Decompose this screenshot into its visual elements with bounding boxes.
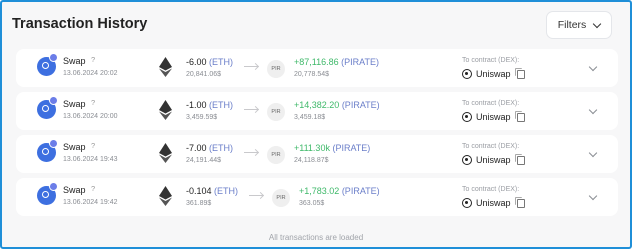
ethereum-icon: [159, 143, 172, 163]
help-icon[interactable]: ?: [91, 98, 95, 107]
transaction-history-panel: Transaction History Filters Swap ? 13.06…: [0, 0, 632, 249]
swap-badge-icon: [49, 139, 58, 148]
header: Transaction History Filters: [12, 11, 612, 39]
transaction-type: Swap: [63, 56, 86, 66]
sent-amount: -6.00 (ETH): [186, 57, 234, 67]
arrow-right-icon: [244, 109, 258, 110]
contract-label: To contract (DEX):: [462, 100, 520, 107]
sent-usd: 24,191.44$: [186, 157, 222, 164]
transaction-date: 13.06.2024 19:43: [63, 156, 118, 163]
copy-icon[interactable]: [514, 67, 525, 79]
received-usd: 24,118.87$: [294, 157, 329, 164]
swap-badge-icon: [49, 96, 58, 105]
contract-name[interactable]: Uniswap: [476, 155, 511, 165]
sent-amount: -0.104 (ETH): [186, 186, 239, 196]
uniswap-logo-icon: [462, 69, 472, 79]
filters-label: Filters: [557, 19, 587, 31]
transaction-row[interactable]: Swap ? 13.06.2024 19:42 -0.104 (ETH) 361…: [16, 178, 618, 216]
sent-token: (ETH): [214, 186, 239, 196]
received-amount: +87,116.86 (PIRATE): [294, 57, 379, 67]
transaction-type: Swap: [63, 142, 86, 152]
transaction-row[interactable]: Swap ? 13.06.2024 20:00 -1.00 (ETH) 3,45…: [16, 92, 618, 130]
copy-icon[interactable]: [514, 196, 525, 208]
received-usd: 20,778.54$: [294, 71, 330, 78]
copy-icon[interactable]: [514, 110, 525, 122]
ethereum-icon: [159, 100, 172, 120]
pirate-token-icon: PIR: [267, 60, 285, 78]
received-token: (PIRATE): [332, 143, 371, 153]
page-title: Transaction History: [12, 16, 148, 32]
arrow-right-icon: [244, 152, 258, 153]
sent-usd: 20,841.06$: [186, 71, 222, 78]
expand-chevron-icon[interactable]: [588, 191, 598, 201]
transaction-type: Swap: [63, 99, 86, 109]
received-token: (PIRATE): [341, 100, 380, 110]
contract-info: Uniswap: [462, 67, 525, 79]
ethereum-icon: [159, 186, 172, 206]
help-icon[interactable]: ?: [91, 141, 95, 150]
contract-info: Uniswap: [462, 196, 525, 208]
help-icon[interactable]: ?: [91, 184, 95, 193]
transaction-row[interactable]: Swap ? 13.06.2024 19:43 -7.00 (ETH) 24,1…: [16, 135, 618, 173]
received-usd: 363.05$: [299, 200, 325, 207]
filters-button[interactable]: Filters: [546, 11, 612, 39]
transaction-type: Swap: [63, 185, 86, 195]
sent-token: (ETH): [209, 100, 234, 110]
ethereum-icon: [159, 57, 172, 77]
received-token: (PIRATE): [341, 57, 379, 67]
received-usd: 3,459.18$: [294, 114, 326, 121]
arrow-right-icon: [244, 66, 258, 67]
sent-token: (ETH): [209, 57, 234, 67]
contract-info: Uniswap: [462, 110, 525, 122]
swap-badge-icon: [49, 182, 58, 191]
swap-badge-icon: [49, 53, 58, 62]
sent-token: (ETH): [209, 143, 234, 153]
contract-label: To contract (DEX):: [462, 186, 520, 193]
sent-usd: 361.89$: [186, 200, 212, 207]
sent-amount: -1.00 (ETH): [186, 100, 234, 110]
received-amount: +111.30k (PIRATE): [294, 143, 371, 153]
transaction-row[interactable]: Swap ? 13.06.2024 20:02 -6.00 (ETH) 20,8…: [16, 49, 618, 87]
contract-label: To contract (DEX):: [462, 143, 520, 150]
arrow-right-icon: [249, 195, 263, 196]
uniswap-logo-icon: [462, 155, 472, 165]
expand-chevron-icon[interactable]: [588, 105, 598, 115]
received-amount: +14,382.20 (PIRATE): [294, 100, 380, 110]
received-token: (PIRATE): [341, 186, 380, 196]
uniswap-logo-icon: [462, 198, 472, 208]
pirate-token-icon: PIR: [267, 103, 285, 121]
transaction-date: 13.06.2024 19:42: [63, 199, 118, 206]
transaction-date: 13.06.2024 20:00: [63, 113, 118, 120]
contract-label: To contract (DEX):: [462, 57, 520, 64]
uniswap-logo-icon: [462, 112, 472, 122]
contract-name[interactable]: Uniswap: [476, 69, 511, 79]
expand-chevron-icon[interactable]: [588, 148, 598, 158]
load-status: All transactions are loaded: [268, 233, 364, 242]
transaction-date: 13.06.2024 20:02: [63, 70, 118, 77]
pirate-token-icon: PIR: [267, 146, 285, 164]
pirate-token-icon: PIR: [272, 189, 290, 207]
chevron-down-icon: [593, 19, 602, 28]
contract-name[interactable]: Uniswap: [476, 198, 511, 208]
copy-icon[interactable]: [514, 153, 525, 165]
sent-usd: 3,459.59$: [186, 114, 218, 121]
sent-amount: -7.00 (ETH): [186, 143, 234, 153]
received-amount: +1,783.02 (PIRATE): [299, 186, 380, 196]
contract-info: Uniswap: [462, 153, 525, 165]
contract-name[interactable]: Uniswap: [476, 112, 511, 122]
help-icon[interactable]: ?: [91, 55, 95, 64]
expand-chevron-icon[interactable]: [588, 62, 598, 72]
